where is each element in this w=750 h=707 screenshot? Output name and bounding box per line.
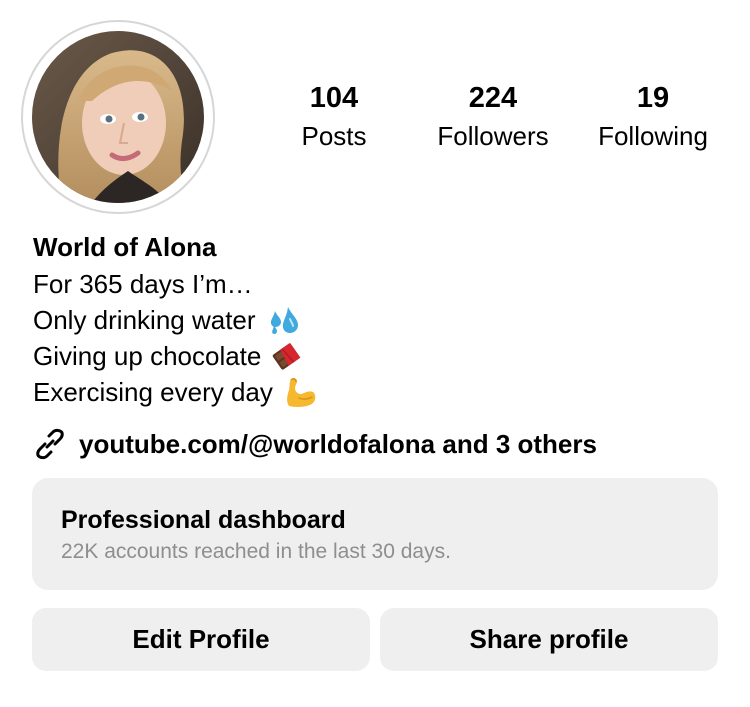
dashboard-title: Professional dashboard	[61, 506, 346, 534]
chocolate-bar-icon	[271, 341, 303, 371]
avatar[interactable]	[32, 31, 204, 203]
profile-display-name: World of Alona	[33, 232, 217, 262]
posts-count: 104	[309, 82, 359, 114]
bio-line: Giving up chocolate	[33, 338, 317, 374]
bio-line: For 365 days I’m…	[33, 266, 317, 302]
link-icon	[33, 427, 67, 461]
bio-line: Only drinking water	[33, 302, 317, 338]
followers-count: 224	[468, 82, 518, 114]
bio-line-text: Exercising every day	[33, 377, 273, 407]
avatar-ring[interactable]	[21, 20, 215, 214]
stat-following[interactable]: 19 Following	[573, 80, 733, 154]
edit-profile-button[interactable]: Edit Profile	[32, 608, 370, 671]
profile-bio: For 365 days I’m… Only drinking water Gi…	[33, 266, 317, 410]
bio-line: Exercising every day	[33, 374, 317, 410]
bio-line-text: Only drinking water	[33, 305, 256, 335]
professional-dashboard[interactable]: Professional dashboard 22K accounts reac…	[32, 478, 718, 590]
links-text[interactable]: youtube.com/@worldofalona and 3 others	[79, 429, 597, 460]
following-count: 19	[636, 82, 670, 114]
flexed-biceps-icon	[283, 376, 317, 408]
bio-line-text: For 365 days I’m…	[33, 269, 253, 299]
stat-posts[interactable]: 104 Posts	[254, 80, 414, 154]
water-droplets-icon	[266, 305, 300, 335]
following-label: Following	[598, 121, 708, 151]
avatar-photo	[32, 31, 204, 203]
bio-line-text: Giving up chocolate	[33, 341, 262, 371]
share-profile-button[interactable]: Share profile	[380, 608, 718, 671]
stat-followers[interactable]: 224 Followers	[413, 80, 573, 154]
dashboard-subtitle: 22K accounts reached in the last 30 days…	[61, 540, 451, 563]
profile-links[interactable]: youtube.com/@worldofalona and 3 others	[33, 425, 597, 463]
followers-label: Followers	[437, 121, 549, 151]
posts-label: Posts	[301, 121, 367, 151]
